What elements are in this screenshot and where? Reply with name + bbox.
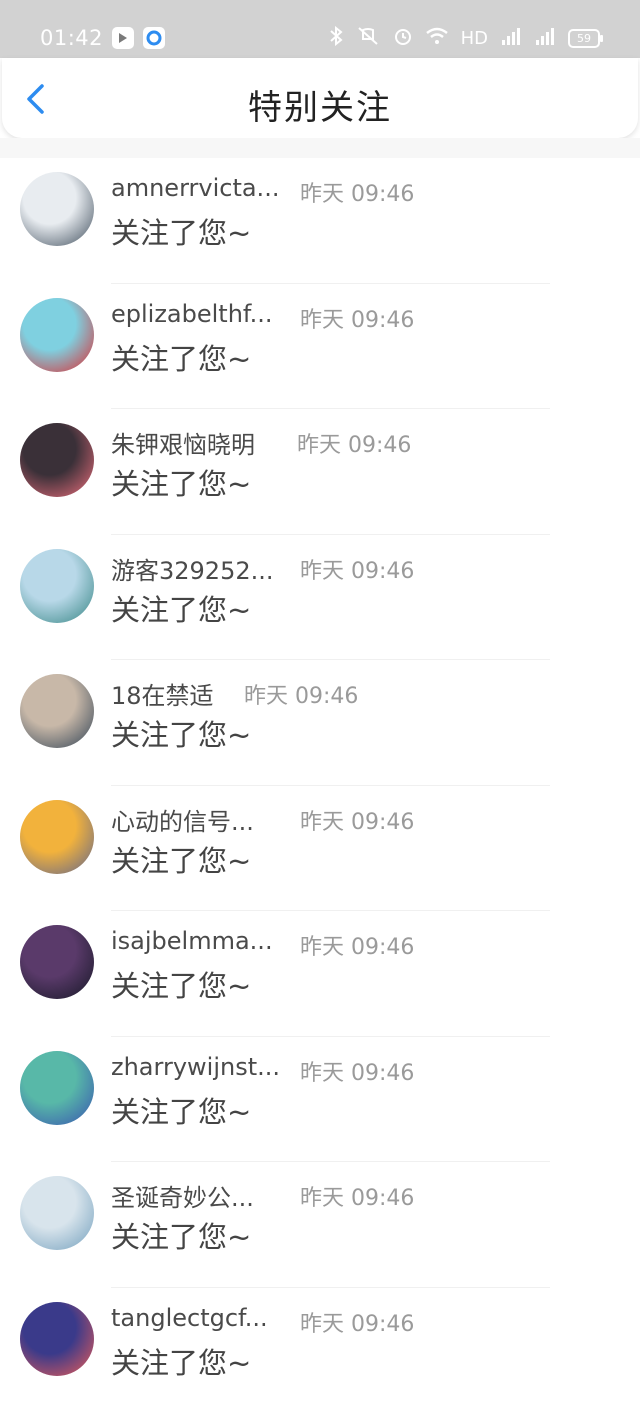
header-bar: 特别关注: [2, 58, 638, 138]
list-item[interactable]: 圣诞奇妙公... 昨天 09:46 关注了您~: [0, 1162, 640, 1288]
list-item[interactable]: 游客329252... 昨天 09:46 关注了您~: [0, 535, 640, 661]
timestamp: 昨天 09:46: [300, 302, 414, 334]
status-icons: HD 59: [329, 25, 600, 51]
list-item[interactable]: isajbelmma... 昨天 09:46 关注了您~: [0, 911, 640, 1037]
avatar[interactable]: [20, 1176, 94, 1250]
avatar[interactable]: [20, 1302, 94, 1376]
timestamp: 昨天 09:46: [300, 1306, 414, 1338]
message-text: 关注了您~: [111, 712, 251, 754]
user-name[interactable]: tanglectgcf...: [111, 1304, 286, 1332]
timestamp: 昨天 09:46: [300, 176, 414, 208]
list-item[interactable]: amnerrvicta... 昨天 09:46 关注了您~: [0, 158, 640, 284]
follower-list: amnerrvicta... 昨天 09:46 关注了您~ eplizabelt…: [0, 158, 640, 1413]
avatar[interactable]: [20, 423, 94, 497]
timestamp: 昨天 09:46: [300, 929, 414, 961]
battery-icon: 59: [568, 29, 600, 48]
list-item[interactable]: tanglectgcf... 昨天 09:46 关注了您~: [0, 1288, 640, 1413]
user-name[interactable]: 朱钾艰恼晓明: [111, 425, 286, 460]
app-notification-icon: [112, 27, 134, 49]
user-name[interactable]: 游客329252...: [111, 551, 286, 586]
message-text: 关注了您~: [111, 587, 251, 629]
mute-vibrate-icon: [355, 26, 381, 50]
bluetooth-icon: [329, 26, 343, 50]
hd-label: HD: [461, 28, 488, 49]
timestamp: 昨天 09:46: [300, 553, 414, 585]
avatar[interactable]: [20, 925, 94, 999]
user-name[interactable]: isajbelmma...: [111, 927, 286, 955]
browser-notification-icon: [143, 27, 165, 49]
header-separator: [0, 138, 640, 158]
list-item[interactable]: 朱钾艰恼晓明 昨天 09:46 关注了您~: [0, 409, 640, 535]
message-text: 关注了您~: [111, 336, 251, 378]
avatar[interactable]: [20, 674, 94, 748]
message-text: 关注了您~: [111, 210, 251, 252]
status-bar: 01:42 HD 59: [0, 0, 640, 58]
timestamp: 昨天 09:46: [300, 1180, 414, 1212]
user-name[interactable]: eplizabelthf...: [111, 300, 286, 328]
status-time: 01:42: [40, 26, 103, 50]
user-name[interactable]: 圣诞奇妙公...: [111, 1178, 286, 1213]
user-name[interactable]: 心动的信号...: [111, 802, 286, 837]
user-name[interactable]: zharrywijnst...: [111, 1053, 286, 1081]
page-title: 特别关注: [2, 80, 638, 129]
avatar[interactable]: [20, 172, 94, 246]
list-item[interactable]: 18在禁适 昨天 09:46 关注了您~: [0, 660, 640, 786]
alarm-icon: [393, 26, 413, 50]
list-item[interactable]: 心动的信号... 昨天 09:46 关注了您~: [0, 786, 640, 912]
timestamp: 昨天 09:46: [244, 678, 358, 710]
list-item[interactable]: zharrywijnst... 昨天 09:46 关注了您~: [0, 1037, 640, 1163]
list-item[interactable]: eplizabelthf... 昨天 09:46 关注了您~: [0, 284, 640, 410]
timestamp: 昨天 09:46: [297, 427, 411, 459]
message-text: 关注了您~: [111, 963, 251, 1005]
message-text: 关注了您~: [111, 1340, 251, 1382]
avatar[interactable]: [20, 298, 94, 372]
avatar[interactable]: [20, 1051, 94, 1125]
avatar[interactable]: [20, 800, 94, 874]
timestamp: 昨天 09:46: [300, 1055, 414, 1087]
message-text: 关注了您~: [111, 1089, 251, 1131]
message-text: 关注了您~: [111, 838, 251, 880]
signal-4g-icon: [534, 26, 556, 50]
message-text: 关注了您~: [111, 1214, 251, 1256]
avatar[interactable]: [20, 549, 94, 623]
wifi-icon: [425, 27, 449, 49]
message-text: 关注了您~: [111, 461, 251, 503]
signal-2g-icon: [500, 26, 522, 50]
user-name[interactable]: amnerrvicta...: [111, 174, 286, 202]
timestamp: 昨天 09:46: [300, 804, 414, 836]
